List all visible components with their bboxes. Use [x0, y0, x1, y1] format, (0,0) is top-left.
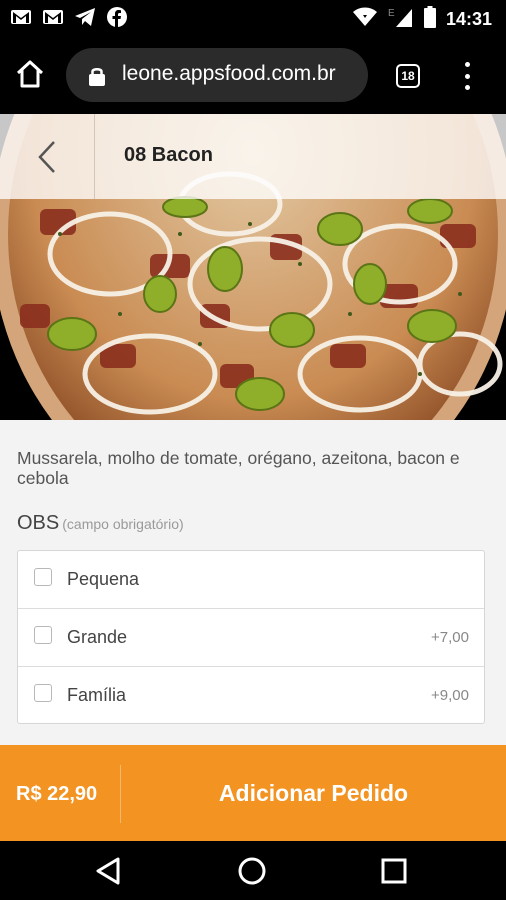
triangle-back-icon: [96, 857, 120, 885]
circle-home-icon: [238, 857, 266, 885]
checkbox[interactable]: [34, 684, 52, 702]
facebook-icon: [106, 6, 128, 28]
order-bar: R$ 22,90 Adicionar Pedido: [0, 745, 506, 841]
address-bar[interactable]: leone.appsfood.com.br: [66, 48, 368, 102]
svg-text:E: E: [388, 8, 395, 19]
chevron-left-icon: [38, 140, 55, 173]
obs-hint: (campo obrigatório): [62, 516, 184, 532]
system-nav-bar: [0, 841, 506, 900]
status-time: 14:31: [445, 9, 492, 29]
checkbox[interactable]: [34, 626, 52, 644]
overflow-menu-button[interactable]: [460, 62, 474, 90]
telegram-icon: [74, 6, 96, 28]
option-label: Pequena: [67, 569, 140, 589]
browser-toolbar: leone.appsfood.com.br 18: [0, 36, 506, 114]
tab-switcher-button[interactable]: 18: [396, 64, 420, 88]
option-grande[interactable]: Grande +7,00: [18, 609, 484, 667]
product-title: 08 Bacon: [124, 144, 213, 166]
size-options: Pequena Grande +7,00 Família +9,00: [17, 550, 485, 724]
status-bar: E 14:31: [0, 0, 506, 36]
recents-nav-button[interactable]: [378, 855, 410, 887]
option-label: Grande: [67, 627, 128, 647]
gmail-icon: [42, 6, 64, 28]
lock-icon: [88, 66, 106, 86]
back-nav-button[interactable]: [92, 855, 124, 887]
checkbox[interactable]: [34, 568, 52, 586]
option-familia[interactable]: Família +9,00: [18, 667, 484, 725]
url-text: leone.appsfood.com.br: [122, 62, 336, 85]
order-total: R$ 22,90: [16, 783, 98, 805]
battery-icon: [423, 6, 436, 33]
home-button[interactable]: [14, 58, 46, 90]
wifi-icon: [352, 7, 378, 32]
add-order-button[interactable]: Adicionar Pedido: [121, 745, 506, 841]
home-nav-button[interactable]: [236, 855, 268, 887]
option-label: Família: [67, 685, 127, 705]
gmail-icon: [10, 6, 32, 28]
option-price: +9,00: [431, 687, 469, 704]
add-order-label: Adicionar Pedido: [218, 779, 409, 806]
product-header: 08 Bacon: [0, 114, 506, 199]
product-description: Mussarela, molho de tomate, orégano, aze…: [17, 448, 460, 488]
option-price: +7,00: [431, 629, 469, 646]
signal-icon: E: [388, 6, 414, 33]
home-icon: [16, 60, 44, 88]
square-recents-icon: [381, 858, 407, 884]
obs-heading: OBS (campo obrigatório): [17, 512, 184, 535]
back-button[interactable]: [0, 114, 95, 199]
obs-label: OBS: [17, 512, 60, 534]
option-pequena[interactable]: Pequena: [18, 551, 484, 609]
product-details: Mussarela, molho de tomate, orégano, aze…: [0, 420, 506, 745]
